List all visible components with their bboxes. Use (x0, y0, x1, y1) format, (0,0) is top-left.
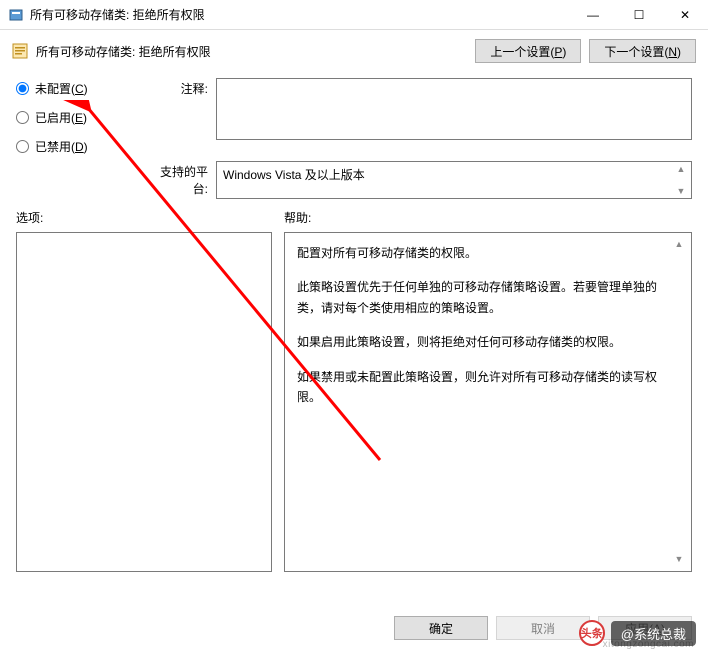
watermark: 头条 @系统总裁 (579, 620, 696, 646)
radio-enabled-label: 已启用(E) (35, 109, 87, 126)
help-label: 帮助: (284, 209, 692, 226)
help-content: 配置对所有可移动存储类的权限。 此策略设置优先于任何单独的可移动存储策略设置。若… (297, 243, 679, 407)
help-panel: 配置对所有可移动存储类的权限。 此策略设置优先于任何单独的可移动存储策略设置。若… (284, 232, 692, 572)
panels-row: 选项: 帮助: (0, 205, 708, 232)
help-p4: 如果禁用或未配置此策略设置，则允许对所有可移动存储类的读写权限。 (297, 367, 679, 408)
policy-icon (12, 43, 28, 59)
maximize-button[interactable]: ☐ (616, 0, 662, 29)
comment-label: 注释: (146, 78, 216, 97)
watermark-text: @系统总裁 (611, 621, 696, 646)
radio-not-configured-input[interactable] (16, 82, 29, 95)
cancel-button[interactable]: 取消 (496, 616, 590, 640)
radio-disabled-label: 已禁用(D) (35, 138, 88, 155)
help-p2: 此策略设置优先于任何单独的可移动存储策略设置。若要管理单独的类，请对每个类使用相… (297, 277, 679, 318)
radio-group: 未配置(C) 已启用(E) 已禁用(D) (16, 78, 146, 155)
next-setting-button[interactable]: 下一个设置(N) (589, 39, 696, 63)
watermark-badge-icon: 头条 (579, 620, 605, 646)
platform-value-box: Windows Vista 及以上版本 ▲▼ (216, 161, 692, 199)
radio-disabled[interactable]: 已禁用(D) (16, 138, 146, 155)
options-panel (16, 232, 272, 572)
help-p3: 如果启用此策略设置，则将拒绝对任何可移动存储类的权限。 (297, 332, 679, 352)
toolbar: 所有可移动存储类: 拒绝所有权限 上一个设置(P) 下一个设置(N) (0, 30, 708, 72)
window-title: 所有可移动存储类: 拒绝所有权限 (30, 6, 570, 23)
policy-title: 所有可移动存储类: 拒绝所有权限 (36, 43, 467, 60)
config-row-comment: 未配置(C) 已启用(E) 已禁用(D) 注释: (0, 72, 708, 161)
panels-body: 配置对所有可移动存储类的权限。 此策略设置优先于任何单独的可移动存储策略设置。若… (0, 232, 708, 572)
help-p1: 配置对所有可移动存储类的权限。 (297, 243, 679, 263)
platform-label: 支持的平台: (146, 161, 216, 197)
config-row-platform: 支持的平台: Windows Vista 及以上版本 ▲▼ (0, 161, 708, 205)
titlebar: 所有可移动存储类: 拒绝所有权限 — ☐ ✕ (0, 0, 708, 30)
minimize-button[interactable]: — (570, 0, 616, 29)
radio-enabled[interactable]: 已启用(E) (16, 109, 146, 126)
app-icon (8, 7, 24, 23)
prev-setting-button[interactable]: 上一个设置(P) (475, 39, 581, 63)
close-button[interactable]: ✕ (662, 0, 708, 29)
comment-input[interactable] (216, 78, 692, 140)
platform-value: Windows Vista 及以上版本 (223, 168, 365, 182)
help-scrollbar[interactable]: ▲▼ (671, 237, 687, 567)
window-controls: — ☐ ✕ (570, 0, 708, 29)
options-label: 选项: (16, 209, 272, 226)
scrollbar-hint[interactable]: ▲▼ (673, 164, 689, 196)
ok-button[interactable]: 确定 (394, 616, 488, 640)
radio-not-configured-label: 未配置(C) (35, 80, 88, 97)
radio-disabled-input[interactable] (16, 140, 29, 153)
radio-not-configured[interactable]: 未配置(C) (16, 80, 146, 97)
radio-enabled-input[interactable] (16, 111, 29, 124)
